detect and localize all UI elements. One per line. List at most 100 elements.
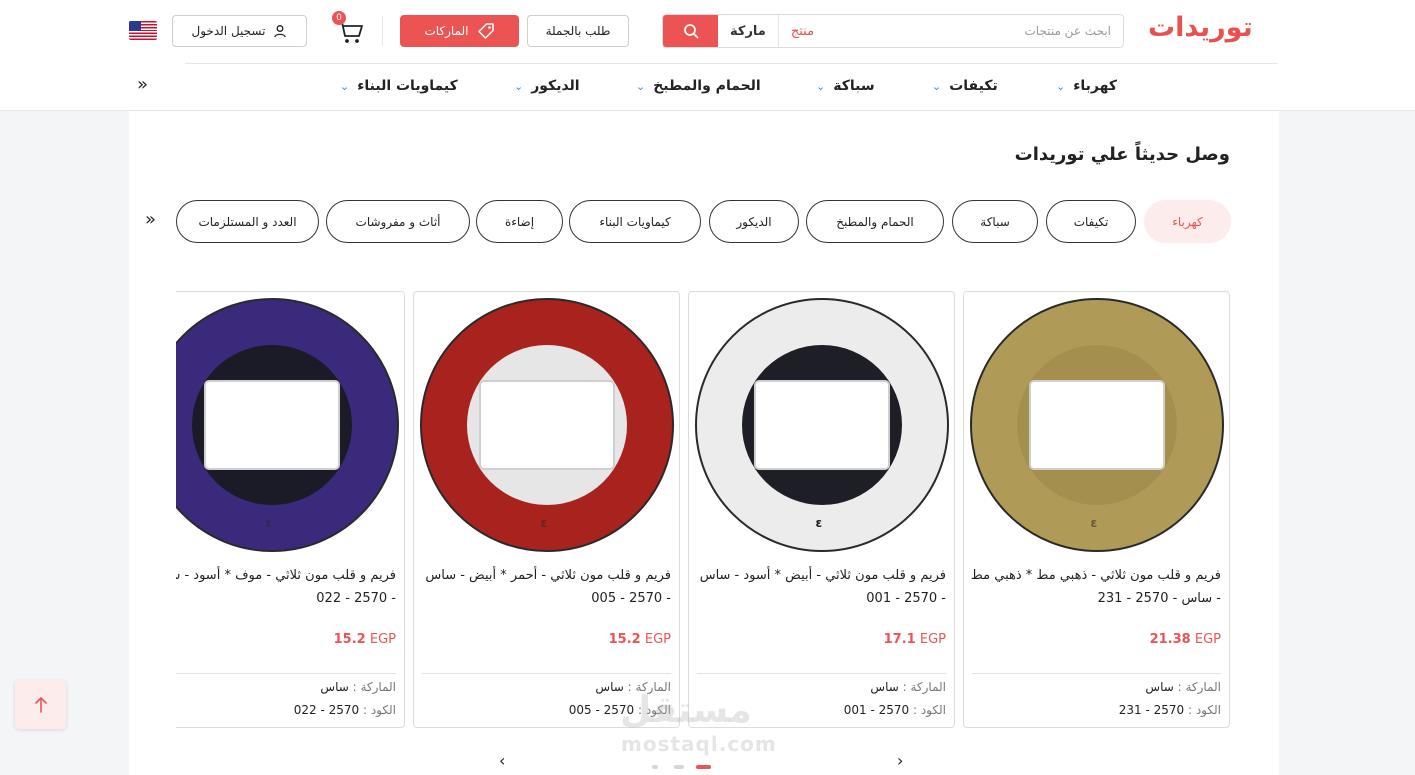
product-brand: الماركة : ساس — [870, 680, 946, 694]
nav-item-ac[interactable]: تكيفات ⌄ — [932, 76, 998, 96]
brand-label: الماركة : — [902, 680, 946, 694]
card-divider — [176, 673, 396, 674]
price-currency: EGP — [1194, 632, 1221, 647]
nav-item-label: تكيفات — [949, 78, 998, 94]
category-pill-bath-kitchen[interactable]: الحمام والمطبخ — [806, 200, 944, 243]
double-chevron-left-icon[interactable]: » — [137, 74, 148, 95]
brand-mark-icon: ε — [815, 515, 823, 530]
price-value: 21.38 — [1149, 632, 1191, 647]
code-label: الكود : — [1187, 703, 1221, 717]
us-flag-icon[interactable] — [129, 21, 157, 40]
search-segment-product[interactable]: منتج — [777, 15, 826, 47]
price-value: 17.1 — [883, 632, 916, 647]
pagination-dot[interactable] — [652, 765, 658, 769]
arrow-up-icon — [34, 696, 47, 713]
wholesale-button[interactable]: طلب بالجملة — [527, 15, 629, 47]
product-brand: الماركة : ساس — [1145, 680, 1221, 694]
category-pill-lighting[interactable]: إضاءة — [476, 200, 563, 243]
product-name[interactable]: فريم و قلب مون ثلاثي - أحمر * أبيض - ساس… — [419, 564, 671, 610]
chevron-down-icon: ⌄ — [514, 79, 524, 93]
nav-item-plumbing[interactable]: سباكة ⌄ — [816, 76, 875, 96]
nav-item-electricity[interactable]: كهرباء ⌄ — [1056, 76, 1117, 96]
product-image[interactable]: ε — [966, 294, 1227, 555]
search-segment-brand[interactable]: ماركة — [718, 15, 778, 47]
category-pill-ac[interactable]: تكيفات — [1046, 200, 1136, 243]
login-button-label: تسجيل الدخول — [191, 24, 266, 38]
price-value: 15.2 — [608, 632, 641, 647]
product-window — [753, 379, 890, 470]
brand-value: ساس — [320, 680, 349, 694]
product-code: الكود : 2570 - 001 — [844, 703, 946, 717]
double-chevron-left-icon[interactable]: » — [145, 209, 156, 230]
price-value: 15.2 — [333, 632, 366, 647]
chevron-down-icon: ⌄ — [340, 79, 350, 93]
chevron-down-icon: ⌄ — [816, 79, 826, 93]
search-input[interactable] — [826, 15, 1123, 47]
product-card[interactable]: ε فريم و قلب مون ثلاثي - أبيض * أسود - س… — [688, 291, 955, 728]
search-bar: منتج ماركة — [662, 14, 1124, 48]
product-code: الكود : 2570 - 231 — [1119, 703, 1221, 717]
brand-label: الماركة : — [1177, 680, 1221, 694]
product-ring: ε — [969, 297, 1224, 552]
product-ring: ε — [694, 297, 949, 552]
watermark-url: mostaql.com — [621, 732, 777, 756]
price-currency: EGP — [919, 632, 946, 647]
search-icon — [683, 24, 698, 39]
product-ring: ε — [176, 297, 399, 552]
chevron-down-icon: ⌄ — [932, 79, 942, 93]
header-divider — [382, 16, 383, 46]
brands-button[interactable]: الماركات — [400, 15, 519, 47]
watermark-text: مستقل — [620, 690, 752, 731]
product-name[interactable]: فريم و قلب مون ثلاثي - ذهبي مط * ذهبي مط… — [969, 564, 1221, 610]
section-title: وصل حديثاً علي توريدات — [1014, 144, 1230, 165]
product-name[interactable]: فريم و قلب مون ثلاثي - أبيض * أسود - ساس… — [694, 564, 946, 610]
brand-mark-icon: ε — [540, 515, 548, 530]
site-header: توريدات منتج ماركة طلب بالجملة الماركات … — [0, 0, 1415, 111]
product-image[interactable]: ε — [691, 294, 952, 555]
site-logo[interactable]: توريدات — [1148, 12, 1254, 43]
scroll-to-top-button[interactable] — [15, 680, 66, 729]
product-name[interactable]: فريم و قلب مون ثلاثي - موف * أسود - ساس … — [176, 564, 396, 610]
nav-item-label: الحمام والمطبخ — [653, 78, 761, 94]
chevron-right-icon[interactable]: › — [897, 751, 903, 770]
pagination-dot[interactable] — [674, 765, 684, 769]
product-window — [1028, 379, 1165, 470]
code-value: 2570 - 001 — [843, 703, 910, 717]
search-button[interactable] — [663, 15, 718, 47]
cart-button[interactable]: 0 — [332, 11, 365, 46]
cart-count-badge: 0 — [332, 11, 346, 25]
product-card[interactable]: ε فريم و قلب مون ثلاثي - أحمر * أبيض - س… — [413, 291, 680, 728]
new-arrivals-section: وصل حديثاً علي توريدات كهرباء تكيفات سبا… — [129, 111, 1279, 775]
category-pill-decor[interactable]: الديكور — [709, 200, 799, 243]
pagination-dot-active[interactable] — [696, 765, 711, 769]
card-divider — [697, 673, 946, 674]
product-image[interactable]: ε — [176, 294, 402, 555]
product-card[interactable]: ε فريم و قلب مون ثلاثي - موف * أسود - سا… — [176, 291, 405, 728]
nav-item-decor[interactable]: الديكور ⌄ — [514, 76, 580, 96]
nav-item-bath-kitchen[interactable]: الحمام والمطبخ ⌄ — [636, 76, 761, 96]
category-pill-building-chemicals[interactable]: كيماويات البناء — [569, 200, 701, 243]
product-card[interactable]: ε فريم و قلب مون ثلاثي - ذهبي مط * ذهبي … — [963, 291, 1230, 728]
product-image[interactable]: ε — [416, 294, 677, 555]
category-pill-plumbing[interactable]: سباكة — [952, 200, 1038, 243]
product-carousel: ε فريم و قلب مون ثلاثي - ذهبي مط * ذهبي … — [176, 291, 1231, 731]
chevron-left-icon[interactable]: ‹ — [499, 751, 505, 770]
category-pill-electricity[interactable]: كهرباء — [1144, 200, 1231, 243]
price-currency: EGP — [644, 632, 671, 647]
nav-item-building-chemicals[interactable]: كيماويات البناء ⌄ — [340, 76, 458, 96]
nav-item-label: سباكة — [833, 78, 875, 94]
product-price: 15.2 EGP — [334, 632, 396, 647]
brand-label: الماركة : — [352, 680, 396, 694]
user-icon — [274, 25, 287, 38]
product-window — [478, 379, 615, 470]
login-button[interactable]: تسجيل الدخول — [172, 15, 307, 47]
product-brand: الماركة : ساس — [320, 680, 396, 694]
chevron-down-icon: ⌄ — [636, 79, 646, 93]
nav-item-label: كيماويات البناء — [357, 78, 458, 94]
category-pill-tools[interactable]: العدد و المستلزمات — [176, 200, 319, 243]
category-pill-furniture[interactable]: أثاث و مفروشات — [326, 200, 470, 243]
price-currency: EGP — [369, 632, 396, 647]
code-value: 2570 - 022 — [293, 703, 360, 717]
product-ring: ε — [419, 297, 674, 552]
brands-button-label: الماركات — [424, 24, 469, 38]
